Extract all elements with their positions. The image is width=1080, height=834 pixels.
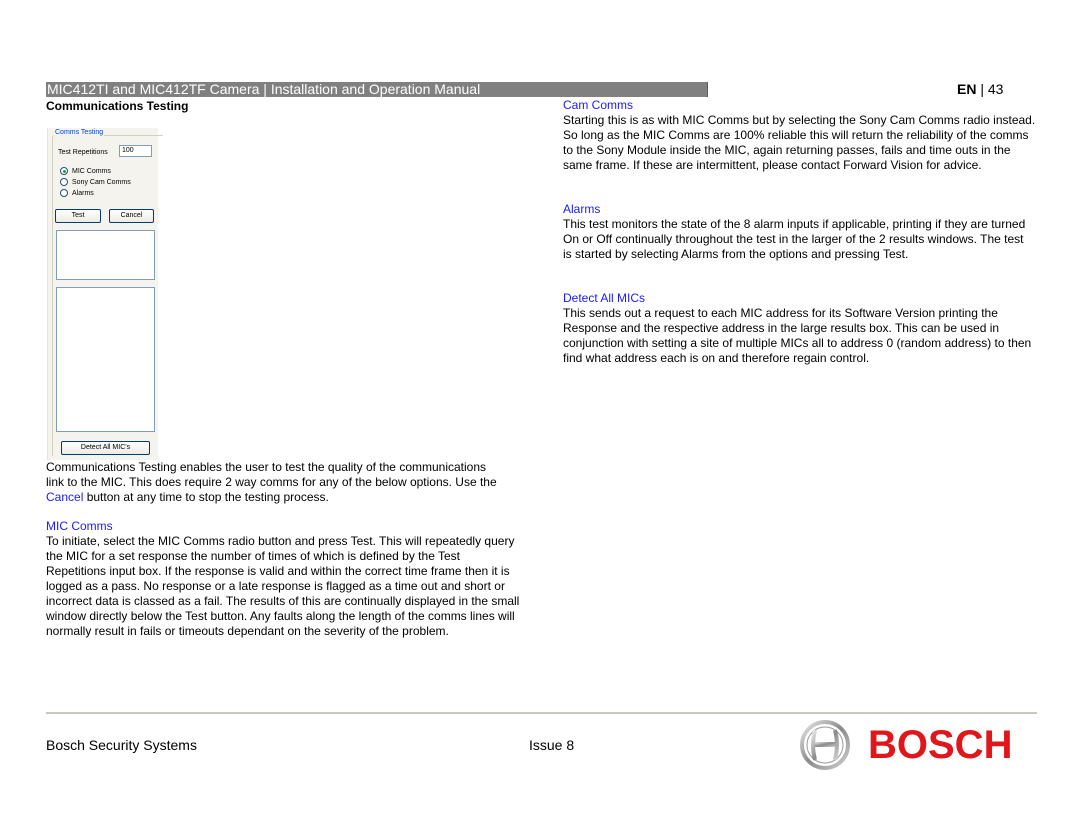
cancel-reference: Cancel — [46, 490, 84, 504]
intro-text: Communications Testing enables the user … — [46, 460, 497, 489]
footer-company: Bosch Security Systems — [46, 737, 197, 753]
footer-divider — [46, 712, 1037, 714]
radio-unselected-icon — [60, 189, 68, 197]
large-results-box[interactable] — [56, 287, 155, 432]
manual-title-bar: MIC412TI and MIC412TF Camera | Installat… — [46, 82, 708, 97]
repetitions-input[interactable]: 100 — [119, 145, 152, 157]
group-label: Comms Testing — [54, 129, 105, 136]
small-results-box[interactable] — [56, 230, 155, 280]
intro-paragraph: Communications Testing enables the user … — [46, 460, 506, 505]
radio-mic-comms[interactable]: MIC Comms — [60, 167, 111, 175]
radio-alarms[interactable]: Alarms — [60, 189, 94, 197]
repetitions-label: Test Repetitions — [58, 149, 108, 156]
bosch-logo-wordmark: BOSCH — [868, 723, 1013, 767]
language-code: EN — [957, 81, 977, 97]
page-number: 43 — [987, 81, 1004, 97]
detect-all-mics-body: This sends out a request to each MIC add… — [563, 306, 1032, 365]
page-indicator: EN | 43 — [957, 81, 1003, 97]
detect-all-mics-heading: Detect All MICs — [563, 291, 646, 305]
comms-testing-dialog: Comms Testing Test Repetitions 100 MIC C… — [47, 128, 163, 460]
radio-label: MIC Comms — [72, 167, 111, 175]
footer-issue: Issue 8 — [529, 737, 575, 753]
radio-sony-cam-comms[interactable]: Sony Cam Comms — [60, 178, 131, 186]
mic-comms-heading: MIC Comms — [46, 519, 113, 533]
intro-text: button at any time to stop the testing p… — [83, 490, 329, 504]
radio-selected-icon — [60, 167, 68, 175]
test-button[interactable]: Test — [55, 209, 101, 223]
bosch-armature-icon — [800, 720, 850, 770]
manual-title: MIC412TI and MIC412TF Camera | Installat… — [47, 82, 481, 97]
radio-label: Alarms — [72, 189, 94, 197]
alarms-body: This test monitors the state of the 8 al… — [563, 217, 1026, 261]
alarms-heading: Alarms — [563, 202, 601, 216]
radio-label: Sony Cam Comms — [72, 178, 131, 186]
mic-comms-body: To initiate, select the MIC Comms radio … — [46, 534, 520, 638]
separator: | — [980, 81, 984, 97]
radio-unselected-icon — [60, 178, 68, 186]
cam-comms-heading: Cam Comms — [563, 98, 634, 112]
cancel-button[interactable]: Cancel — [109, 209, 154, 223]
detect-all-mics-button[interactable]: Detect All MIC's — [61, 441, 150, 455]
section-title: Communications Testing — [46, 99, 189, 113]
cam-comms-body: Starting this is as with MIC Comms but b… — [563, 113, 1036, 172]
